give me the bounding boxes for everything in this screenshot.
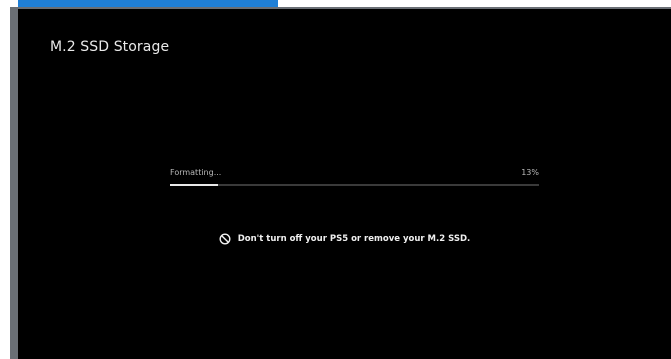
accent-bar (18, 0, 278, 7)
progress-label: Formatting... (170, 168, 222, 177)
page-title: M.2 SSD Storage (50, 39, 170, 55)
console-screen: M.2 SSD Storage Formatting... 13% Don't … (18, 9, 671, 359)
progress-percent: 13% (521, 168, 539, 177)
warning-message: Don't turn off your PS5 or remove your M… (18, 233, 671, 246)
progress-track (170, 184, 539, 186)
warning-text: Don't turn off your PS5 or remove your M… (237, 234, 471, 244)
page: M.2 SSD Storage Formatting... 13% Don't … (0, 0, 671, 359)
progress-fill (170, 184, 218, 186)
prohibited-icon (219, 233, 231, 245)
